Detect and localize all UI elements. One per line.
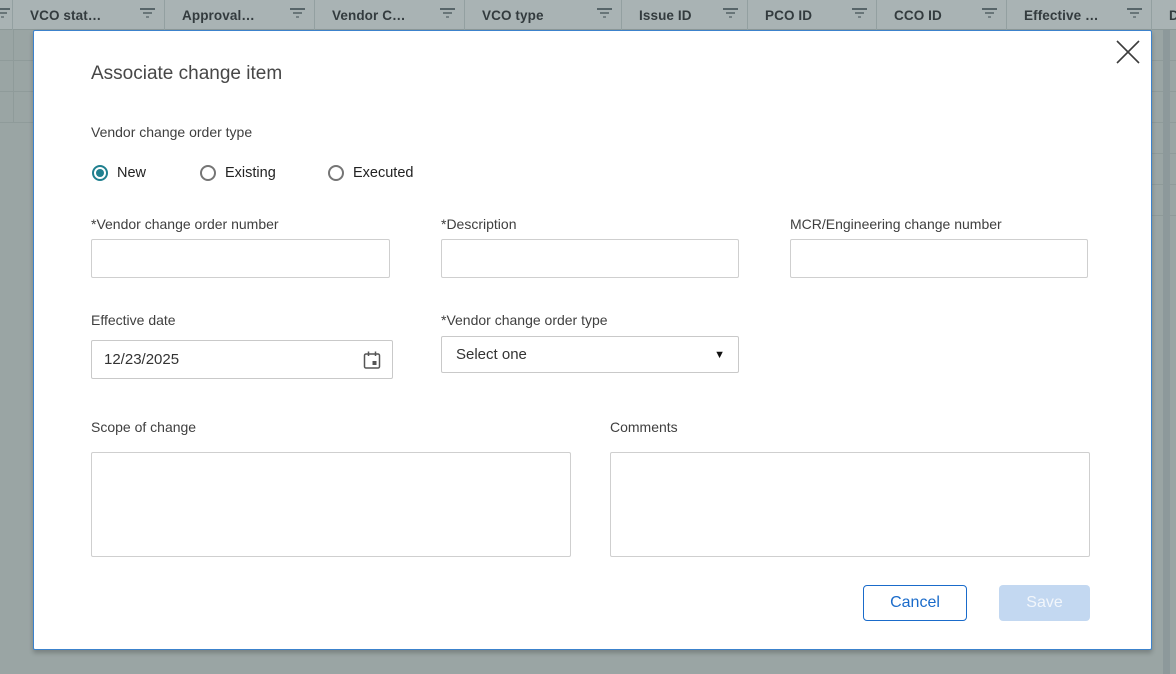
filter-icon[interactable] — [851, 8, 867, 21]
column-divider — [13, 30, 14, 123]
filter-icon[interactable] — [722, 8, 738, 21]
close-icon[interactable] — [1114, 38, 1142, 66]
radio-label: Existing — [225, 165, 276, 181]
filter-icon[interactable] — [1126, 8, 1142, 21]
calendar-icon[interactable] — [362, 350, 382, 370]
associate-change-item-dialog: Associate change item Vendor change orde… — [33, 30, 1152, 650]
scrollbar[interactable] — [1163, 30, 1170, 674]
radio-label: New — [117, 165, 146, 181]
column-header-label: PCO ID — [765, 8, 812, 23]
radio-group-label: Vendor change order type — [91, 124, 252, 140]
chevron-down-icon[interactable]: ▼ — [714, 349, 725, 361]
radio-label: Executed — [353, 165, 413, 181]
filter-icon[interactable] — [981, 8, 997, 21]
radio-new[interactable]: New — [92, 165, 146, 181]
effective-date-label: Effective date — [91, 312, 176, 328]
vco-type-label: *Vendor change order type — [441, 312, 608, 328]
description-input[interactable] — [441, 239, 739, 278]
column-header-label: CCO ID — [894, 8, 942, 23]
dialog-title: Associate change item — [91, 63, 282, 85]
effective-date-input[interactable]: 12/23/2025 — [91, 340, 393, 379]
filter-icon[interactable] — [0, 8, 10, 21]
vco-type-select[interactable]: Select one ▼ — [441, 336, 739, 373]
column-header-label: Issue ID — [639, 8, 692, 23]
column-header-issue-id[interactable]: Issue ID — [622, 0, 748, 30]
scope-textarea[interactable] — [91, 452, 571, 557]
table-header-row: VCO stat… Approval… Vendor C… VCO type I… — [0, 0, 1176, 30]
column-header-vco-type[interactable]: VCO type — [465, 0, 622, 30]
description-label: *Description — [441, 216, 516, 232]
mcr-number-input[interactable] — [790, 239, 1088, 278]
scope-label: Scope of change — [91, 419, 196, 435]
vco-number-input[interactable] — [91, 239, 390, 278]
filter-icon[interactable] — [596, 8, 612, 21]
comments-textarea[interactable] — [610, 452, 1090, 557]
column-header-partial[interactable] — [0, 0, 13, 30]
save-button[interactable]: Save — [999, 585, 1090, 621]
radio-unselected-icon[interactable] — [328, 165, 344, 181]
comments-label: Comments — [610, 419, 678, 435]
column-header-pco-id[interactable]: PCO ID — [748, 0, 877, 30]
column-header-label: Vendor C… — [332, 8, 406, 23]
column-header-effective[interactable]: Effective … — [1007, 0, 1152, 30]
column-header-del[interactable]: Del — [1152, 0, 1176, 30]
filter-icon[interactable] — [289, 8, 305, 21]
mcr-number-label: MCR/Engineering change number — [790, 216, 1002, 232]
radio-unselected-icon[interactable] — [200, 165, 216, 181]
column-header-vco-status[interactable]: VCO stat… — [13, 0, 165, 30]
column-header-label: VCO type — [482, 8, 544, 23]
radio-executed[interactable]: Executed — [328, 165, 413, 181]
column-header-label: Effective … — [1024, 8, 1099, 23]
cancel-button[interactable]: Cancel — [863, 585, 967, 621]
vco-number-label: *Vendor change order number — [91, 216, 279, 232]
filter-icon[interactable] — [439, 8, 455, 21]
effective-date-value[interactable]: 12/23/2025 — [92, 351, 362, 368]
column-header-label: Approval… — [182, 8, 255, 23]
column-header-cco-id[interactable]: CCO ID — [877, 0, 1007, 30]
column-header-label: VCO stat… — [30, 8, 101, 23]
radio-existing[interactable]: Existing — [200, 165, 276, 181]
radio-selected-icon[interactable] — [92, 165, 108, 181]
column-header-vendor-c[interactable]: Vendor C… — [315, 0, 465, 30]
column-header-approval[interactable]: Approval… — [165, 0, 315, 30]
column-header-label: Del — [1169, 8, 1176, 23]
vco-type-selected-value: Select one — [442, 346, 714, 363]
filter-icon[interactable] — [139, 8, 155, 21]
